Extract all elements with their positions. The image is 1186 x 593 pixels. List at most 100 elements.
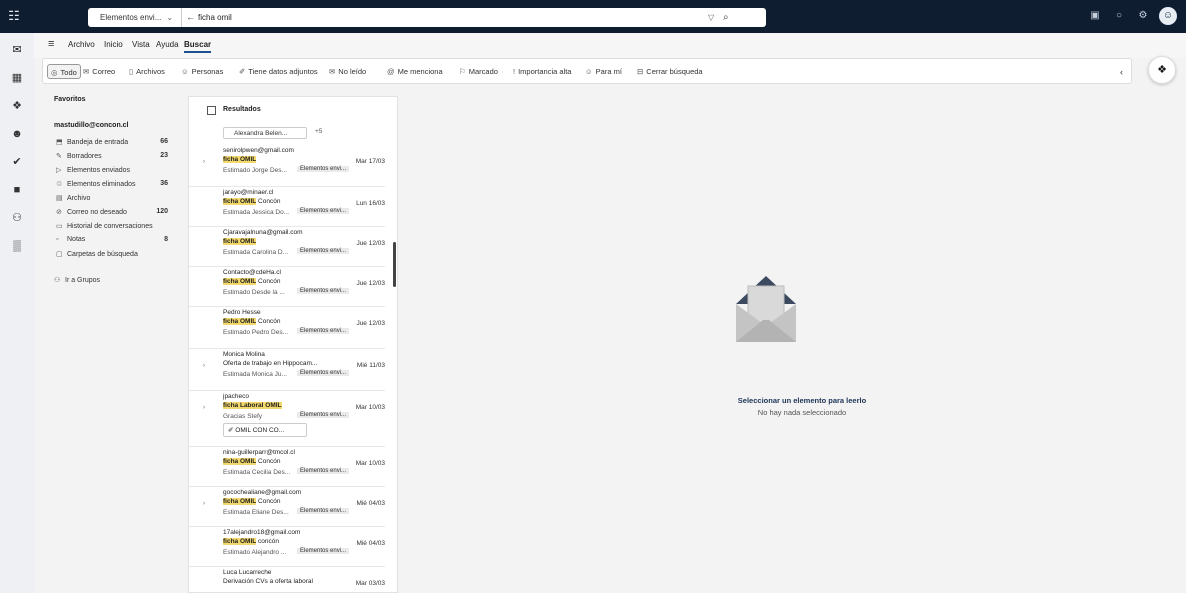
select-all-checkbox[interactable] [207,106,216,115]
subject-highlight: ficha OMIL [223,498,257,505]
subject-rest: Derivación CVs a oferta laboral [223,578,313,585]
tab-archivo[interactable]: Archivo [68,40,95,49]
filter-marcado[interactable]: ⚐ Marcado [459,64,498,79]
expand-chevron-icon[interactable]: › [203,501,205,507]
avatar[interactable]: ☺ [1159,7,1177,25]
folder-label: Correo no deseado [67,209,127,216]
copilot-icon[interactable]: ❖ [8,97,26,115]
message-row[interactable]: Contacto@cdeHa.cl ficha OMIL Concón Jue … [189,267,385,307]
message-row[interactable]: nina-guillerparr@tmcol.cl ficha OMIL Con… [189,447,385,487]
folder-deleted[interactable]: ♲ Elementos eliminados 36 [56,180,182,192]
tab-vista[interactable]: Vista [132,40,150,49]
message-subject: ficha OMIL Concón [223,318,280,325]
filter-para-mi[interactable]: ☺ Para mí [585,64,622,79]
folder-label: Elementos eliminados [67,181,136,188]
inbox-icon: ⬒ [56,139,63,146]
message-sender: jarayo@minaer.cl [223,189,274,196]
message-row[interactable]: › Monica Molina Oferta de trabajo en Hip… [189,349,385,391]
filter-label: Importancia alta [518,67,572,76]
filter-adjuntos[interactable]: ✐ Tiene datos adjuntos [239,64,318,79]
folder-tag: Elementos envi... [297,166,350,172]
search-icon[interactable]: ⌕ [723,8,729,27]
mail-icon[interactable]: ✉ [8,41,26,59]
message-row[interactable]: › senirolpwen@gmail.com ficha OMIL Mar 1… [189,145,385,187]
folder-icon: ▭ [56,223,63,230]
search-box[interactable]: Elementos envi... ⌄ ← ficha omil ▽ ⌕ [88,8,766,27]
tab-ayuda[interactable]: Ayuda [156,40,179,49]
subject-rest: concón [256,538,280,545]
message-date: Mar 10/03 [355,460,385,467]
folder-count: 8 [164,236,168,243]
send-icon: ▷ [56,167,62,174]
filter-label: Correo [92,67,116,76]
folder-tag: Elementos envi... [297,548,350,554]
filter-todo[interactable]: ◎ Todo [47,64,81,79]
message-row[interactable]: Pedro Hesse ficha OMIL Concón Jue 12/03 … [189,307,385,349]
message-row[interactable]: › gocochealiane@gmail.com ficha OMIL Con… [189,487,385,527]
tab-inicio[interactable]: Inicio [104,40,123,49]
more-options-icon[interactable]: ‹ [1120,67,1123,77]
expand-chevron-icon[interactable]: › [203,405,205,411]
message-date: Jue 12/03 [356,320,385,327]
folder-tag: Elementos envi... [297,248,350,254]
apps-icon[interactable]: ▒ [8,237,26,255]
filter-personas[interactable]: ☺ Personas [181,64,223,79]
message-date: Mié 04/03 [356,540,385,547]
favorites-header[interactable]: Favoritos [54,96,86,103]
folder-archive[interactable]: ▤ Archivo [56,194,182,206]
expand-chevron-icon[interactable]: › [203,159,205,165]
folder-conversation-history[interactable]: ▭ Historial de conversaciones [56,222,182,234]
filter-archivos[interactable]: ▯ Archivos [129,64,165,79]
subject-highlight: ficha OMIL [223,198,257,205]
search-scope-dropdown[interactable]: Elementos envi... ⌄ [88,8,182,27]
empty-state-subtitle: No hay nada seleccionado [757,408,847,417]
tab-buscar[interactable]: Buscar [184,40,212,53]
message-row[interactable]: 17alejandro18@gmail.com ficha OMIL concó… [189,527,385,567]
filter-me-menciona[interactable]: @ Me menciona [387,64,443,79]
filter-label: Todo [60,68,77,77]
account-header[interactable]: mastudillo@concon.cl [54,122,129,129]
back-arrow-icon[interactable]: ← [186,8,195,27]
search-folder-icon: ▢ [56,251,63,258]
filter-importancia-alta[interactable]: ! Importancia alta [513,64,571,79]
list-scrollbar[interactable] [393,242,396,287]
message-row[interactable]: jarayo@minaer.cl ficha OMIL Concón Lun 1… [189,187,385,227]
message-sender: Cjaravajalnuna@gmail.com [223,229,303,236]
close-search-button[interactable]: ⊟ Cerrar búsqueda [637,64,703,79]
meet-icon[interactable]: ▣ [1088,9,1102,23]
message-row[interactable]: › jpacheco ficha Laboral OMIL Mar 10/03 … [189,391,385,447]
go-to-groups[interactable]: ⚇ Ir a Grupos [54,276,180,288]
folder-sent[interactable]: ▷ Elementos enviados [56,166,182,178]
subject-highlight: ficha OMIL [223,238,257,245]
filter-correo[interactable]: ✉ Correo [83,64,115,79]
people-more-count[interactable]: +5 [315,128,322,135]
bell-icon[interactable]: ○ [1112,9,1126,23]
folder-inbox[interactable]: ⬒ Bandeja de entrada 66 [56,138,182,150]
search-input[interactable]: ficha omil [198,8,232,27]
message-row[interactable]: Luca Lucarreche Derivación CVs a oferta … [189,567,385,592]
people-icon[interactable]: ☻ [8,125,26,143]
folder-drafts[interactable]: ✎ Borradores 23 [56,152,182,164]
attachment-chip[interactable]: ✐ OMIL CON CO... [223,423,307,437]
expand-chevron-icon[interactable]: › [203,363,205,369]
todo-icon[interactable]: ✔ [8,153,26,171]
copilot-button[interactable]: ❖ [1148,56,1176,84]
folder-count: 23 [160,152,168,159]
folder-notes[interactable]: ▫ Notas 8 [56,236,182,248]
app-launcher-icon[interactable]: ☷ [6,8,22,24]
filter-icon[interactable]: ▽ [708,8,714,27]
org-icon[interactable]: ⚇ [8,209,26,227]
groups-label: Ir a Grupos [65,277,101,284]
subject-rest: Concón [256,198,281,205]
hamburger-icon[interactable]: ≡ [48,38,54,50]
folder-junk[interactable]: ⊘ Correo no deseado 120 [56,208,182,220]
message-date: Mié 11/03 [356,362,385,369]
people-suggestion[interactable]: Alexandra Belen... [223,127,307,139]
files-icon[interactable]: ■ [8,181,26,199]
gear-icon[interactable]: ⚙ [1136,9,1150,23]
message-row[interactable]: Cjaravajalnuna@gmail.com ficha OMIL Jue … [189,227,385,267]
folder-search-folders[interactable]: ▢ Carpetas de búsqueda [56,250,182,262]
filter-no-leido[interactable]: ✉ No leído [329,64,366,79]
message-subject: Derivación CVs a oferta laboral [223,578,313,585]
calendar-icon[interactable]: ▦ [8,69,26,87]
